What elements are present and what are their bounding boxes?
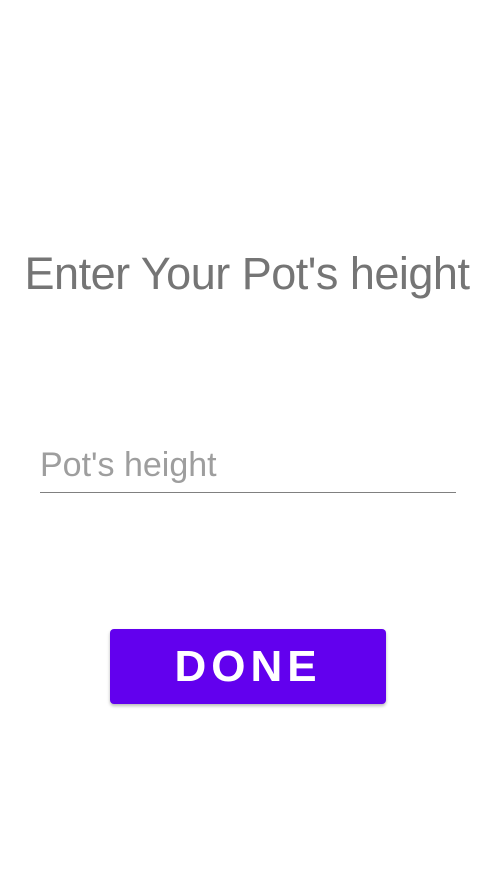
pot-height-screen: Enter Your Pot's height DONE	[0, 0, 494, 880]
done-button[interactable]: DONE	[110, 629, 386, 704]
pot-height-input[interactable]	[40, 442, 456, 488]
pot-height-field[interactable]	[40, 440, 456, 493]
page-title: Enter Your Pot's height	[24, 248, 470, 299]
